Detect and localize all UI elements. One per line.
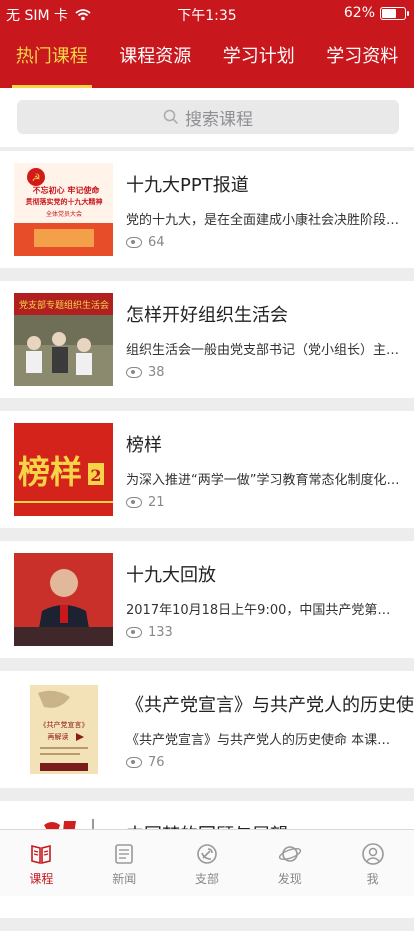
planet-icon: [278, 842, 302, 866]
course-list: ☭ 不忘初心 牢记使命 贯彻落实党的十九大精神 全体党员大会 十九大PPT报道 …: [0, 151, 414, 931]
nav-courses[interactable]: 课程: [0, 830, 83, 896]
course-item[interactable]: 十九大回放 2017年10月18日上午9:00，中国共产党第十九次全国代表大会在…: [0, 541, 414, 658]
nav-me[interactable]: 我: [331, 830, 414, 896]
thumb-number: 2: [90, 466, 101, 485]
course-title: 《共产党宣言》与共产党人的历史使命: [126, 691, 414, 717]
view-count: 133: [126, 625, 173, 640]
course-item[interactable]: ☭ 不忘初心 牢记使命 贯彻落实党的十九大精神 全体党员大会 十九大PPT报道 …: [0, 151, 414, 268]
course-thumbnail: 《共产党宣言》 再解读: [14, 683, 113, 776]
course-description: 党的十九大，是在全面建成小康社会决胜阶段、中国特色社会主义进入新时代的关键时期召…: [126, 209, 402, 228]
bottom-nav-bar: 课程 新闻 支部 发现 我: [0, 829, 414, 896]
course-title: 十九大回放: [126, 561, 216, 587]
battery-icon: [380, 7, 406, 20]
top-tab-bar: 热门课程 课程资源 学习计划 学习资料: [0, 30, 414, 88]
course-description: 2017年10月18日上午9:00，中国共产党第十九次全国代表大会在人民大会堂开…: [126, 599, 402, 618]
eye-icon: [126, 237, 142, 248]
thumb-text-2: 贯彻落实党的十九大精神: [26, 197, 103, 206]
search-area: 搜索课程: [0, 88, 414, 147]
eye-icon: [126, 627, 142, 638]
nav-label: 我: [367, 872, 379, 886]
course-description: 《共产党宣言》与共产党人的历史使命 本课程主要讲述: [126, 729, 402, 748]
eye-icon: [126, 497, 142, 508]
course-thumbnail: 榜样 2: [14, 423, 113, 516]
search-input[interactable]: 搜索课程: [17, 100, 399, 134]
nav-label: 新闻: [112, 872, 136, 886]
nav-news[interactable]: 新闻: [83, 830, 166, 896]
view-count-value: 133: [148, 625, 173, 640]
course-description: 为深入推进“两学一做”学习教育常态化制度化，中共中央组织部: [126, 469, 402, 488]
course-thumbnail: 党支部专题组织生活会: [14, 293, 113, 386]
course-title: 怎样开好组织生活会: [126, 301, 288, 327]
nav-label: 支部: [195, 872, 219, 886]
tab-hot-courses[interactable]: 热门课程: [0, 30, 104, 88]
course-thumbnail: [14, 553, 113, 646]
view-count: 38: [126, 365, 165, 380]
news-icon: [112, 842, 136, 866]
view-count: 64: [126, 235, 165, 250]
nav-discover[interactable]: 发现: [248, 830, 331, 896]
thumb-title: 榜样: [18, 453, 82, 491]
battery-percent: 62%: [344, 5, 375, 21]
thumb-book-subtitle: 再解读: [48, 732, 69, 741]
tab-course-resources[interactable]: 课程资源: [104, 30, 208, 88]
course-description: 组织生活会一般由党支部书记（党小组长）主持召开: [126, 339, 402, 358]
view-count: 76: [126, 755, 165, 770]
view-count-value: 76: [148, 755, 165, 770]
view-count-value: 38: [148, 365, 165, 380]
course-item[interactable]: 党支部专题组织生活会 怎样开好组织生活会 组织生活会一般由党支部书记（党小组长）…: [0, 281, 414, 398]
user-icon: [361, 842, 385, 866]
course-thumbnail: ☭ 不忘初心 牢记使命 贯彻落实党的十九大精神 全体党员大会: [14, 163, 113, 256]
course-title: 榜样: [126, 431, 162, 457]
tab-study-plan[interactable]: 学习计划: [207, 30, 311, 88]
nav-label: 课程: [29, 872, 53, 886]
course-item[interactable]: 《共产党宣言》 再解读 《共产党宣言》与共产党人的历史使命 《共产党宣言》与共产…: [0, 671, 414, 788]
nav-label: 发现: [278, 872, 302, 886]
eye-icon: [126, 757, 142, 768]
search-icon: [163, 109, 179, 125]
search-placeholder: 搜索课程: [185, 105, 253, 130]
eye-icon: [126, 367, 142, 378]
party-emblem-icon: [195, 842, 219, 866]
view-count-value: 64: [148, 235, 165, 250]
view-count: 21: [126, 495, 165, 510]
thumb-book-title: 《共产党宣言》: [40, 720, 89, 729]
status-bar: 无 SIM 卡 下午1:35 62%: [0, 0, 414, 30]
book-icon: [29, 842, 53, 866]
course-title: 十九大PPT报道: [126, 171, 249, 197]
thumb-text-1: 不忘初心 牢记使命: [33, 185, 101, 195]
view-count-value: 21: [148, 495, 165, 510]
thumb-banner-text: 党支部专题组织生活会: [19, 299, 109, 311]
svg-text:☭: ☭: [32, 173, 41, 184]
battery-status: 62%: [344, 5, 406, 21]
thumb-text-3: 全体党员大会: [46, 210, 82, 218]
course-item[interactable]: 榜样 2 榜样 为深入推进“两学一做”学习教育常态化制度化，中共中央组织部 21: [0, 411, 414, 528]
nav-branch[interactable]: 支部: [166, 830, 249, 896]
tab-study-materials[interactable]: 学习资料: [311, 30, 414, 88]
